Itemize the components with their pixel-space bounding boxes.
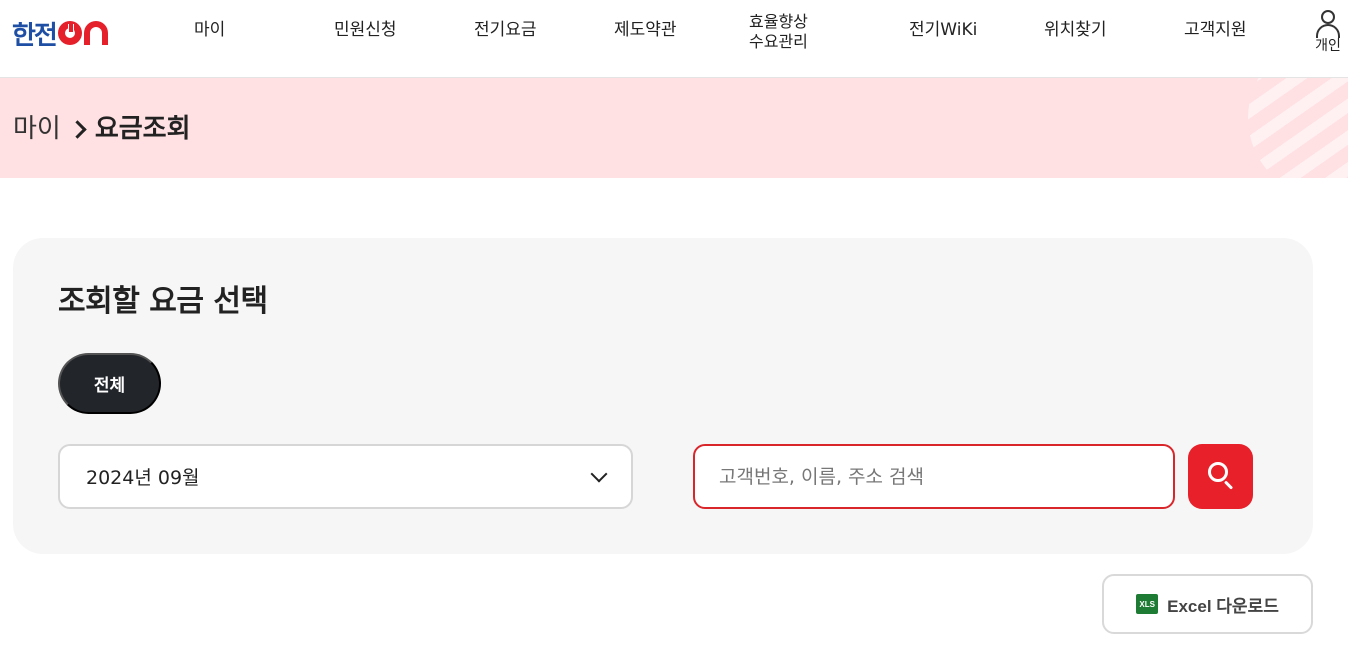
month-select-value: 2024년 09월 xyxy=(86,467,200,489)
logo-n-shape xyxy=(83,21,108,45)
user-icon xyxy=(1315,8,1341,38)
power-icon xyxy=(57,21,82,45)
search-button[interactable] xyxy=(1188,444,1253,509)
nav-efficiency[interactable]: 효율향상 수요관리 xyxy=(749,12,808,52)
breadcrumb: 마이 요금조회 xyxy=(13,114,191,144)
xls-icon: XLS xyxy=(1136,594,1159,614)
logo-text: 한전 xyxy=(12,20,58,51)
panel-title: 조회할 요금 선택 xyxy=(58,284,268,319)
excel-download-label: Excel 다운로드 xyxy=(1167,596,1279,616)
bill-select-panel: 조회할 요금 선택 전체 2024년 09월 xyxy=(13,238,1313,554)
chevron-right-icon xyxy=(69,114,91,144)
nav-my[interactable]: 마이 xyxy=(194,20,225,40)
excel-download-button[interactable]: XLS Excel 다운로드 xyxy=(1102,574,1313,634)
breadcrumb-band: 마이 요금조회 xyxy=(0,78,1348,178)
nav-efficiency-line1: 효율향상 xyxy=(749,12,808,31)
nav-location[interactable]: 위치찾기 xyxy=(1044,20,1107,40)
user-label: 개인 xyxy=(1315,38,1341,54)
top-header: 한전 마이 민원신청 전기요금 제도약관 효율향상 수요관리 전기WiKi 위치… xyxy=(0,0,1348,78)
kepco-on-logo[interactable]: 한전 xyxy=(12,16,108,51)
nav-efficiency-line2: 수요관리 xyxy=(749,32,808,51)
filter-all-chip[interactable]: 전체 xyxy=(58,353,161,414)
month-select[interactable]: 2024년 09월 xyxy=(58,444,633,509)
nav-civil-request[interactable]: 민원신청 xyxy=(334,20,397,40)
logo-on-mark xyxy=(57,21,108,45)
nav-terms[interactable]: 제도약관 xyxy=(614,20,677,40)
breadcrumb-home-link[interactable]: 마이 xyxy=(13,114,61,144)
search-input[interactable] xyxy=(693,444,1175,509)
nav-support[interactable]: 고객지원 xyxy=(1184,20,1247,40)
chevron-down-icon xyxy=(590,465,608,483)
nav-electric-bill[interactable]: 전기요금 xyxy=(474,20,537,40)
nav-wiki[interactable]: 전기WiKi xyxy=(909,20,977,40)
user-menu-button[interactable]: 개인 xyxy=(1308,8,1348,54)
breadcrumb-current: 요금조회 xyxy=(94,114,191,144)
decorative-stripes xyxy=(1248,78,1348,178)
